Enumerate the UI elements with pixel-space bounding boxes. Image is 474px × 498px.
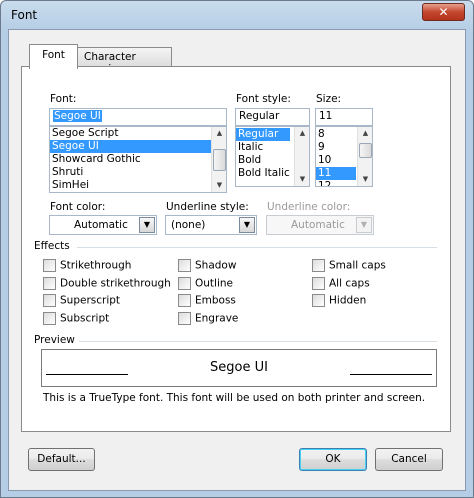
shadow-checkbox[interactable]: Shadow (178, 259, 236, 272)
font-style-list-scrollbar[interactable]: ▲ ▼ (294, 127, 309, 186)
underline-style-label: Underline style: (166, 201, 249, 213)
dropdown-arrow-icon[interactable]: ▼ (239, 217, 255, 233)
list-item[interactable]: Segoe UI (50, 140, 226, 153)
font-color-label: Font color: (50, 201, 106, 213)
font-style-list[interactable]: Regular Italic Bold Bold Italic ▲ ▼ (235, 126, 310, 187)
effects-divider (77, 247, 437, 248)
outline-checkbox[interactable]: Outline (178, 277, 233, 290)
dropdown-arrow-icon: ▼ (356, 217, 372, 233)
font-list-scrollbar[interactable]: ▲ ▼ (211, 127, 226, 192)
engrave-checkbox[interactable]: Engrave (178, 312, 238, 325)
tab-font[interactable]: Font (29, 44, 78, 69)
preview-note: This is a TrueType font. This font will … (43, 392, 426, 404)
list-item[interactable]: Showcard Gothic (50, 153, 226, 166)
hidden-checkbox[interactable]: Hidden (312, 294, 366, 307)
list-item[interactable]: Regular (236, 128, 290, 141)
scroll-up-icon[interactable]: ▲ (359, 127, 372, 140)
close-button[interactable]: ✕ (422, 3, 465, 21)
scroll-down-icon[interactable]: ▼ (213, 179, 226, 192)
tab-character-spacing[interactable]: Character spacing (77, 47, 172, 75)
font-style-label: Font style: (236, 93, 291, 105)
superscript-checkbox[interactable]: Superscript (43, 294, 120, 307)
double-strikethrough-checkbox[interactable]: Double strikethrough (43, 277, 171, 290)
all-caps-checkbox[interactable]: All caps (312, 277, 370, 290)
font-color-value: Automatic (74, 219, 128, 231)
effects-group-label: Effects (34, 240, 70, 252)
default-button[interactable]: Default... (28, 448, 95, 471)
font-dialog: Font ✕ Font Character spacing Font: Sego… (0, 0, 474, 498)
cancel-button[interactable]: Cancel (375, 448, 443, 471)
underline-style-value: (none) (171, 219, 206, 231)
scroll-up-icon[interactable]: ▲ (213, 127, 226, 140)
size-input[interactable]: 11 (315, 108, 373, 126)
small-caps-checkbox[interactable]: Small caps (312, 259, 386, 272)
scroll-down-icon[interactable]: ▼ (359, 173, 372, 186)
size-label: Size: (316, 93, 342, 105)
preview-baseline-right (350, 374, 432, 375)
underline-color-value: Automatic (291, 219, 345, 231)
list-item[interactable]: 11 (316, 167, 356, 180)
underline-style-select[interactable]: (none) ▼ (165, 215, 257, 235)
window-title: Font (11, 8, 38, 22)
size-list-scrollbar[interactable]: ▲ ▼ (357, 127, 372, 186)
font-label: Font: (50, 93, 77, 105)
font-style-input[interactable]: Regular (235, 108, 310, 126)
list-item[interactable]: Shruti (50, 166, 226, 179)
preview-sample-text: Segoe UI (210, 360, 268, 375)
scroll-thumb[interactable] (213, 149, 226, 171)
list-item[interactable]: SimHei (50, 179, 226, 192)
strikethrough-checkbox[interactable]: Strikethrough (43, 259, 131, 272)
list-item[interactable]: Segoe Script (50, 127, 226, 140)
ok-button[interactable]: OK (299, 448, 367, 471)
font-input[interactable]: Segoe UI (49, 108, 227, 126)
font-color-select[interactable]: Automatic ▼ (49, 215, 157, 235)
subscript-checkbox[interactable]: Subscript (43, 312, 109, 325)
emboss-checkbox[interactable]: Emboss (178, 294, 236, 307)
preview-box: Segoe UI (41, 349, 437, 387)
title-bar[interactable]: Font ✕ (1, 1, 473, 29)
font-input-value: Segoe UI (53, 110, 102, 122)
font-list[interactable]: Segoe Script Segoe UI Showcard Gothic Sh… (49, 126, 227, 193)
underline-color-select: Automatic ▼ (266, 215, 374, 235)
scroll-thumb[interactable] (359, 143, 372, 158)
dropdown-arrow-icon[interactable]: ▼ (139, 217, 155, 233)
scroll-down-icon[interactable]: ▼ (296, 173, 309, 186)
preview-group-label: Preview (34, 334, 75, 346)
size-list[interactable]: 8 9 10 11 12 ▲ ▼ (315, 126, 373, 187)
underline-color-label: Underline color: (267, 201, 351, 213)
scroll-up-icon[interactable]: ▲ (296, 127, 309, 140)
preview-divider (79, 341, 437, 342)
